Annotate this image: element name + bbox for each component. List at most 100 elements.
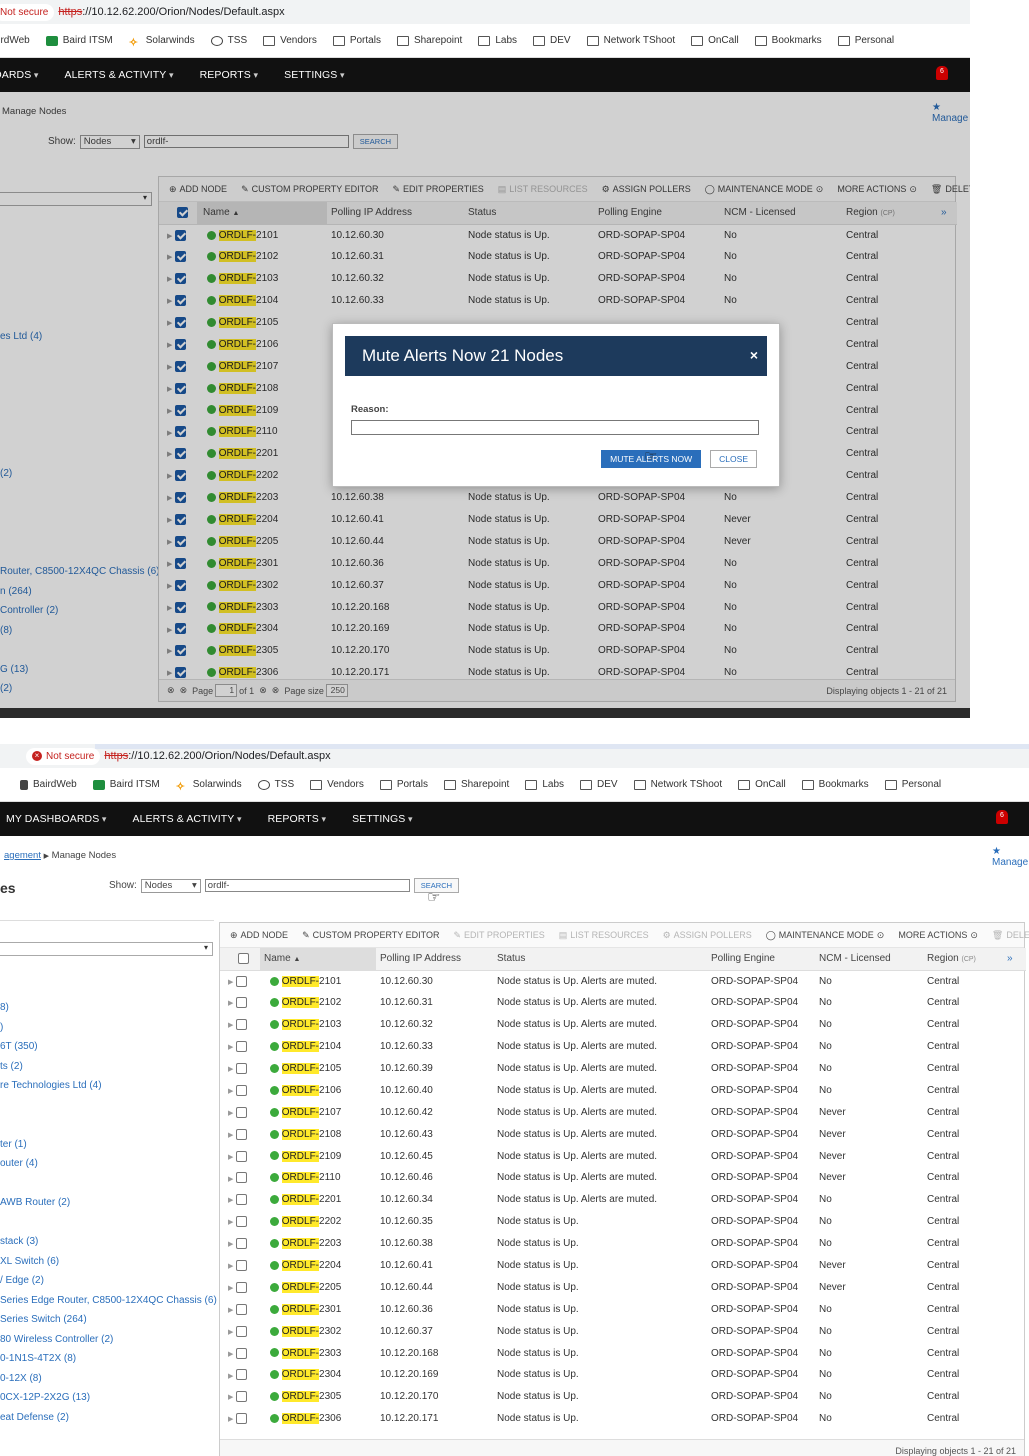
custom-property-editor-button[interactable]: ✎ CUSTOM PROPERTY EDITOR: [302, 930, 439, 941]
name-prefix[interactable]: ORDLF-: [281, 1128, 320, 1140]
expand-icon[interactable]: ▶: [228, 1132, 233, 1139]
row-checkbox[interactable]: [236, 997, 248, 1009]
node-number[interactable]: 2108: [319, 1129, 341, 1140]
close-button[interactable]: CLOSE: [710, 450, 757, 468]
group-item[interactable]: outer (4): [0, 1154, 217, 1174]
more-actions-button[interactable]: MORE ACTIONS ⊙: [898, 930, 978, 941]
node-number[interactable]: 2103: [319, 1019, 341, 1030]
name-prefix[interactable]: ORDLF-: [281, 1194, 320, 1206]
node-name-cell[interactable]: ORDLF-2204: [260, 1255, 376, 1277]
node-number[interactable]: 2101: [319, 976, 341, 987]
expand-icon[interactable]: ▶: [228, 1351, 233, 1358]
maintenance-mode-button[interactable]: ◯ MAINTENANCE MODE ⊙: [766, 930, 885, 941]
row-select-cell[interactable]: ▶: [220, 1211, 260, 1233]
table-row[interactable]: ▶ ORDLF-2105 10.12.60.39 Node status is Up…: [220, 1058, 1026, 1080]
table-row[interactable]: ▶ ORDLF-2103 10.12.60.32 Node status is Up…: [220, 1014, 1026, 1036]
node-number[interactable]: 2201: [319, 1194, 341, 1205]
node-name-cell[interactable]: ORDLF-2104: [260, 1036, 376, 1058]
node-name-cell[interactable]: ORDLF-2305: [260, 1386, 376, 1408]
row-select-cell[interactable]: ▶: [220, 1298, 260, 1320]
row-select-cell[interactable]: ▶: [220, 1255, 260, 1277]
name-prefix[interactable]: ORDLF-: [281, 1281, 320, 1293]
bookmark-bookmarks[interactable]: Bookmarks: [801, 779, 869, 790]
bookmark-portals[interactable]: Portals: [332, 35, 381, 46]
name-prefix[interactable]: ORDLF-: [281, 1325, 320, 1337]
node-name-cell[interactable]: ORDLF-2303: [260, 1342, 376, 1364]
table-row[interactable]: ▶ ORDLF-2302 10.12.60.37 Node status is Up…: [220, 1320, 1026, 1342]
group-item[interactable]: 0-12X (8): [0, 1369, 217, 1389]
group-item[interactable]: ): [0, 1018, 217, 1038]
search-input[interactable]: ordlf-: [204, 879, 410, 892]
table-row[interactable]: ▶ ORDLF-2108 10.12.60.43 Node status is Up…: [220, 1123, 1026, 1145]
name-prefix[interactable]: ORDLF-: [281, 1413, 320, 1425]
group-item[interactable]: eat Defense (2): [0, 1408, 217, 1428]
expand-icon[interactable]: ▶: [228, 1219, 233, 1226]
bookmark-portals[interactable]: Portals: [379, 779, 428, 790]
bookmark-sharepoint[interactable]: Sharepoint: [396, 35, 462, 46]
row-checkbox[interactable]: [236, 975, 248, 987]
row-checkbox[interactable]: [236, 1062, 248, 1074]
name-prefix[interactable]: ORDLF-: [281, 1260, 320, 1272]
row-checkbox[interactable]: [236, 1259, 248, 1271]
table-row[interactable]: ▶ ORDLF-2205 10.12.60.44 Node status is Up…: [220, 1276, 1026, 1298]
notification-bell-icon[interactable]: 6: [936, 66, 948, 80]
group-item[interactable]: 6T (350): [0, 1037, 217, 1057]
close-icon[interactable]: ×: [750, 347, 758, 363]
name-prefix[interactable]: ORDLF-: [281, 1150, 320, 1162]
nav-settings[interactable]: SETTINGS: [352, 813, 413, 825]
row-checkbox[interactable]: [236, 1238, 248, 1250]
group-item[interactable]: 0-1N1S-4T2X (8): [0, 1349, 217, 1369]
row-select-cell[interactable]: ▶: [220, 1145, 260, 1167]
bookmark-personal[interactable]: Personal: [837, 35, 894, 46]
bookmark-bookmarks[interactable]: Bookmarks: [754, 35, 822, 46]
node-name-cell[interactable]: ORDLF-2103: [260, 1014, 376, 1036]
table-row[interactable]: ▶ ORDLF-2202 10.12.60.35 Node status is Up…: [220, 1211, 1026, 1233]
row-checkbox[interactable]: [236, 1347, 248, 1359]
name-prefix[interactable]: ORDLF-: [281, 1347, 320, 1359]
add-node-button[interactable]: ⊕ ADD NODE: [230, 930, 288, 941]
select-all-checkbox[interactable]: [220, 948, 260, 971]
expand-icon[interactable]: ▶: [228, 1241, 233, 1248]
node-name-cell[interactable]: ORDLF-2203: [260, 1233, 376, 1255]
assign-pollers-button[interactable]: ⚙ ASSIGN POLLERS: [663, 930, 752, 941]
name-prefix[interactable]: ORDLF-: [281, 1238, 320, 1250]
table-row[interactable]: ▶ ORDLF-2102 10.12.60.31 Node status is Up…: [220, 992, 1026, 1014]
table-row[interactable]: ▶ ORDLF-2304 10.12.20.169 Node status is U…: [220, 1364, 1026, 1386]
node-name-cell[interactable]: ORDLF-2107: [260, 1101, 376, 1123]
node-name-cell[interactable]: ORDLF-2108: [260, 1123, 376, 1145]
expand-icon[interactable]: ▶: [228, 1088, 233, 1095]
table-row[interactable]: ▶ ORDLF-2107 10.12.60.42 Node status is Up…: [220, 1101, 1026, 1123]
row-checkbox[interactable]: [236, 1413, 248, 1425]
table-row[interactable]: ▶ ORDLF-2106 10.12.60.40 Node status is Up…: [220, 1079, 1026, 1101]
name-prefix[interactable]: ORDLF-: [281, 1303, 320, 1315]
name-prefix[interactable]: ORDLF-: [281, 1172, 320, 1184]
table-row[interactable]: ▶ ORDLF-2101 10.12.60.30 Node status is Up…: [220, 970, 1026, 992]
group-item[interactable]: re Technologies Ltd (4): [0, 1076, 217, 1096]
node-number[interactable]: 2109: [319, 1151, 341, 1162]
row-checkbox[interactable]: [236, 1369, 248, 1381]
expand-icon[interactable]: ▶: [228, 979, 233, 986]
table-row[interactable]: ▶ ORDLF-2104 10.12.60.33 Node status is Up…: [220, 1036, 1026, 1058]
node-name-cell[interactable]: ORDLF-2306: [260, 1408, 376, 1430]
row-select-cell[interactable]: ▶: [220, 1408, 260, 1430]
bookmark-dev[interactable]: DEV: [533, 35, 571, 46]
row-select-cell[interactable]: ▶: [220, 1101, 260, 1123]
bookmark-baird-itsm[interactable]: Baird ITSM: [45, 35, 113, 46]
table-row[interactable]: ▶ ORDLF-2109 10.12.60.45 Node status is Up…: [220, 1145, 1026, 1167]
expand-icon[interactable]: ▶: [228, 1000, 233, 1007]
bookmark-oncall[interactable]: OnCall: [691, 35, 739, 46]
bookmark-labs[interactable]: Labs: [525, 779, 564, 790]
breadcrumb-parent-link[interactable]: agement: [4, 850, 41, 861]
nav-reports[interactable]: REPORTS: [268, 813, 327, 825]
group-item[interactable]: Series Switch (264): [0, 1310, 217, 1330]
node-number[interactable]: 2106: [319, 1085, 341, 1096]
bookmark-vendors[interactable]: Vendors: [263, 35, 317, 46]
bookmark-labs[interactable]: Labs: [478, 35, 517, 46]
column-engine[interactable]: Polling Engine: [711, 948, 819, 971]
row-checkbox[interactable]: [236, 1084, 248, 1096]
table-row[interactable]: ▶ ORDLF-2305 10.12.20.170 Node status is U…: [220, 1386, 1026, 1408]
row-checkbox[interactable]: [236, 1391, 248, 1403]
node-name-cell[interactable]: ORDLF-2110: [260, 1167, 376, 1189]
expand-icon[interactable]: ▶: [228, 1307, 233, 1314]
edit-properties-button[interactable]: ✎ EDIT PROPERTIES: [453, 930, 544, 941]
